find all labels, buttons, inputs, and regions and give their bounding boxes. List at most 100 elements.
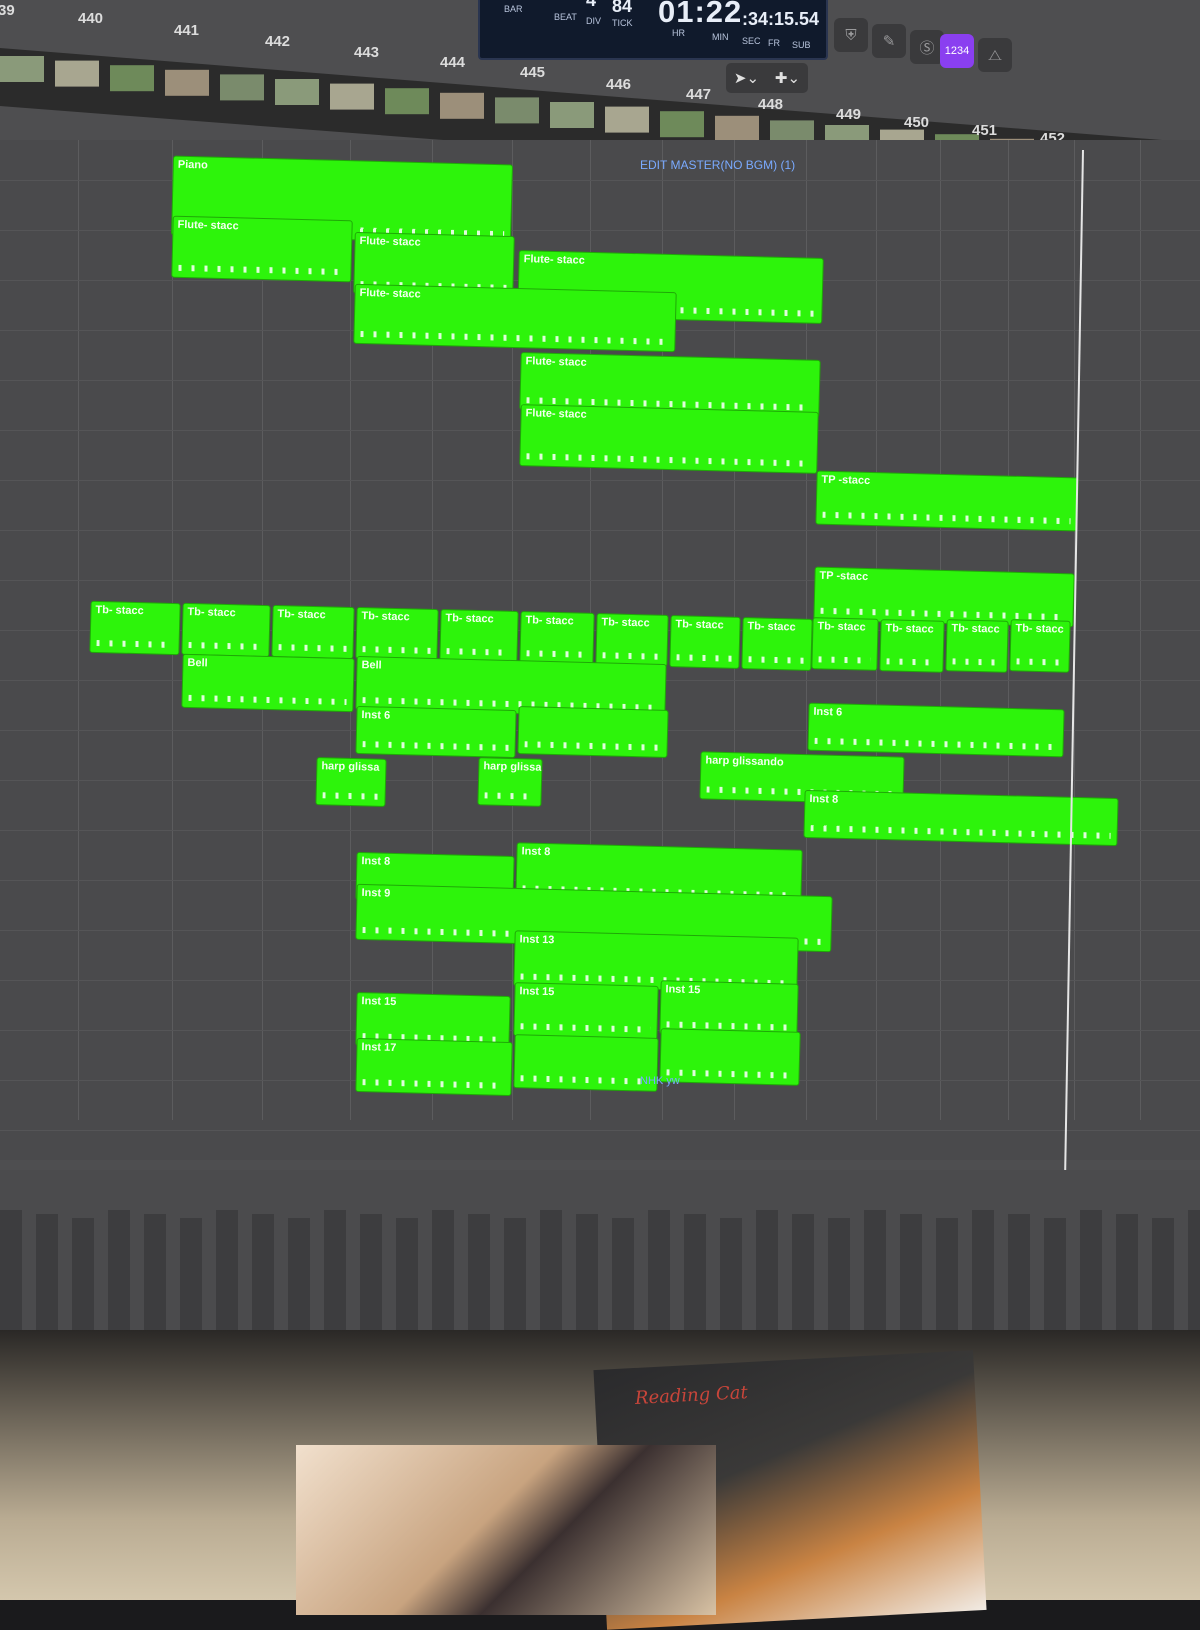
video-frame-thumbnail — [715, 115, 759, 142]
midi-region[interactable]: Tb- stacc — [741, 617, 813, 671]
region-notes — [886, 658, 937, 666]
region-name: Inst 8 — [361, 855, 391, 868]
region-name: harp glissando — [705, 754, 784, 769]
region-name: Piano — [177, 158, 208, 172]
region-notes — [362, 741, 509, 751]
midi-region[interactable]: Tb- stacc — [181, 602, 271, 658]
time-display-main: 01:22 — [658, 0, 743, 29]
midi-region[interactable]: Tb- stacc — [811, 617, 879, 671]
region-name: Tb- stacc — [525, 614, 574, 628]
region-name: Inst 8 — [809, 793, 839, 806]
video-frame-thumbnail — [330, 83, 374, 110]
midi-region[interactable]: Tb- stacc — [595, 613, 669, 667]
sec-label: SEC — [742, 36, 761, 46]
midi-region[interactable]: Inst 17 — [355, 1037, 513, 1097]
region-name: TP -stacc — [819, 569, 869, 584]
bar-number: 440 — [78, 10, 104, 27]
midi-region[interactable]: Bell — [181, 653, 355, 713]
hr-label: HR — [672, 28, 685, 38]
region-name: Flute- stacc — [523, 253, 585, 267]
region-notes — [188, 694, 347, 706]
region-notes — [810, 825, 1111, 839]
region-name: Flute- stacc — [359, 235, 421, 249]
region-name: Flute- stacc — [525, 355, 587, 369]
region-name: Flute- stacc — [359, 286, 421, 301]
midi-region[interactable]: Flute- stacc — [519, 404, 819, 474]
region-notes — [96, 640, 173, 648]
midi-region[interactable]: Tb- stacc — [879, 619, 945, 673]
midi-region[interactable]: Tb- stacc — [1009, 619, 1071, 673]
midi-region[interactable] — [513, 1034, 659, 1092]
region-notes — [526, 650, 587, 658]
bar-number: 441 — [174, 22, 200, 39]
midi-region[interactable]: Tb- stacc — [89, 600, 181, 656]
keycap-reflection — [216, 1210, 238, 1330]
region-notes — [520, 1023, 651, 1033]
midi-region[interactable]: Inst 6 — [807, 702, 1065, 758]
region-notes — [822, 511, 1071, 525]
region-notes — [818, 656, 871, 664]
keycap-reflection — [792, 1214, 814, 1330]
midi-region[interactable]: Tb- stacc — [519, 611, 595, 665]
keycap-reflection — [396, 1218, 418, 1330]
midi-region[interactable] — [517, 706, 669, 758]
region-notes — [526, 453, 811, 467]
midi-region[interactable]: Tb- stacc — [271, 604, 355, 660]
video-frame-thumbnail — [220, 74, 264, 101]
audio-track-label: NHK yw — [640, 1075, 680, 1087]
track-separator — [0, 530, 1200, 531]
midi-region[interactable]: Inst 6 — [355, 705, 517, 759]
region-name: Tb- stacc — [187, 605, 236, 620]
region-name: harp glissa — [483, 760, 542, 774]
keycap-reflection — [108, 1210, 130, 1330]
midi-region[interactable]: Tb- stacc — [355, 606, 439, 662]
midi-region[interactable]: Tb- stacc — [945, 619, 1009, 673]
bar-number: 39 — [0, 2, 15, 19]
keycap-reflection — [1008, 1214, 1030, 1330]
region-name: Tb- stacc — [277, 608, 326, 622]
track-separator — [0, 1130, 1200, 1131]
region-notes — [446, 648, 511, 656]
bar-number: 446 — [606, 76, 632, 93]
midi-region[interactable]: Flute- stacc — [171, 215, 353, 283]
tick-label: TICK — [612, 18, 633, 28]
daw-screen: 39 440 441 442 443 444 BAR 4 BEAT DIV 84… — [0, 0, 1200, 1330]
midi-region[interactable]: Tb- stacc — [669, 615, 741, 669]
region-notes — [676, 654, 733, 662]
midi-region[interactable]: TP -stacc — [815, 470, 1079, 532]
fr-label: FR — [768, 38, 780, 48]
region-name: Tb- stacc — [1015, 622, 1064, 636]
midi-region[interactable]: harp glissa — [315, 757, 387, 807]
video-frame-thumbnail — [0, 56, 44, 82]
keycap-reflection — [144, 1214, 166, 1330]
keycap-reflection — [540, 1210, 562, 1330]
region-name: Tb- stacc — [601, 616, 650, 630]
region-name: Inst 6 — [813, 705, 843, 719]
shield-icon[interactable]: ⛨ — [834, 18, 868, 52]
midi-region[interactable]: Inst 15 — [513, 982, 659, 1040]
keycap-reflection — [468, 1214, 490, 1330]
midi-region[interactable]: harp glissa — [477, 757, 543, 807]
region-name: Inst 6 — [361, 709, 391, 722]
keycap-reflection — [756, 1210, 778, 1330]
keyboard-reflection — [0, 1170, 1200, 1330]
region-name: Tb- stacc — [951, 622, 1000, 636]
keycap-reflection — [180, 1218, 202, 1330]
region-name: harp glissa — [321, 760, 380, 774]
min-label: MIN — [712, 32, 729, 42]
region-notes — [602, 652, 661, 660]
region-notes — [278, 644, 347, 652]
region-notes — [360, 330, 669, 346]
keycap-reflection — [252, 1214, 274, 1330]
video-frame-thumbnail — [660, 111, 704, 138]
keycap-reflection — [900, 1214, 922, 1330]
midi-region[interactable]: Tb- stacc — [439, 608, 519, 664]
keycap-reflection — [612, 1218, 634, 1330]
region-name: Inst 17 — [361, 1041, 397, 1055]
region-name: Tb- stacc — [747, 620, 796, 634]
midi-region[interactable] — [659, 1028, 801, 1086]
video-frame-thumbnail — [385, 88, 429, 115]
region-notes — [178, 264, 345, 276]
midi-region[interactable]: Flute- stacc — [353, 283, 677, 353]
region-name: Tb- stacc — [817, 620, 866, 634]
